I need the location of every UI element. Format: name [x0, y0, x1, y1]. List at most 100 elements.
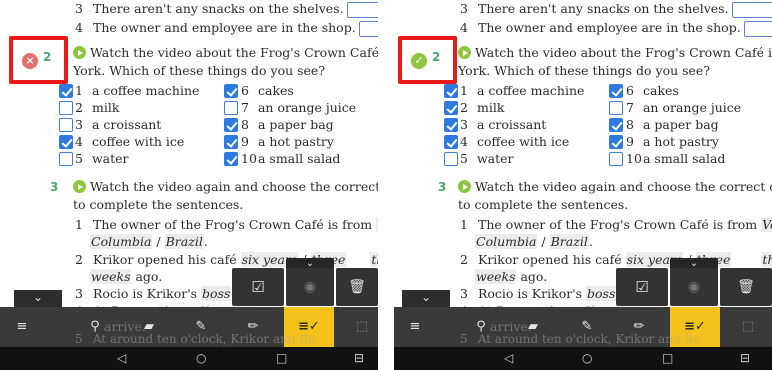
play-video-icon[interactable]: [73, 180, 86, 193]
option-label: 3 a croissant: [460, 117, 547, 132]
option-checkbox-8[interactable]: [609, 118, 623, 132]
option-checkbox-5[interactable]: [444, 152, 458, 166]
exercise-number: 3: [438, 180, 447, 194]
delete-button[interactable]: 🗑: [720, 268, 772, 306]
option-label: 7 an orange juice: [241, 100, 357, 115]
option-checkbox-3[interactable]: [59, 118, 73, 132]
option-label: 9 a hot pastry: [241, 134, 334, 149]
top-line-4: 4 The owner and employee are in the shop…: [460, 19, 772, 37]
keyboard-icon[interactable]: ⊟: [354, 351, 364, 365]
mark-checkbox-button[interactable]: ☑: [616, 268, 668, 306]
option-checkbox-3[interactable]: [444, 118, 458, 132]
sentence-1: 1 The owner of the Frog's Crown Café is …: [460, 216, 772, 234]
exercise-number: 3: [50, 180, 59, 194]
option-label: 6 cakes: [626, 83, 679, 98]
option-venezuela[interactable]: Venezuela: [376, 217, 378, 232]
option-three-weeks[interactable]: three: [761, 252, 772, 267]
correct-icon[interactable]: ✓: [411, 53, 427, 69]
exercise2-instruction-line2: York. Which of these things do you see?: [73, 63, 326, 78]
keyboard-icon[interactable]: ⊟: [740, 351, 750, 365]
top-line-4: 4 The owner and employee are in the shop…: [75, 19, 378, 37]
show-answers-eye-button[interactable]: ◉: [286, 268, 334, 306]
answer-input[interactable]: [346, 1, 378, 18]
option-checkbox-9[interactable]: [224, 135, 238, 149]
exercise2-instruction: Watch the video about the Frog's Crown C…: [458, 44, 772, 62]
option-checkbox-4[interactable]: [59, 135, 73, 149]
home-icon[interactable]: ○: [582, 351, 592, 365]
option-checkbox-7[interactable]: [609, 101, 623, 115]
exercise3-instruction: Watch the video again and choose the cor…: [458, 178, 772, 196]
option-boss[interactable]: boss: [586, 286, 617, 301]
recent-apps-icon[interactable]: □: [276, 351, 287, 365]
system-navbar: ◁ ○ □ ⊟: [0, 347, 378, 370]
mark-checkbox-button[interactable]: ☑: [232, 268, 284, 306]
option-label: 2 milk: [460, 100, 505, 115]
option-checkbox-2[interactable]: [59, 101, 73, 115]
play-video-icon[interactable]: [73, 46, 86, 59]
exercise-number: 2: [43, 50, 52, 64]
sentence-1-cont: Columbia / Brazil.: [90, 234, 208, 249]
option-columbia[interactable]: Columbia: [90, 234, 153, 249]
option-label: 4 coffee with ice: [75, 134, 185, 149]
play-video-icon[interactable]: [458, 46, 471, 59]
option-columbia[interactable]: Columbia: [475, 234, 538, 249]
option-checkbox-1[interactable]: [59, 84, 73, 98]
sentence-2: 2 Krikor opened his café six years / thr…: [460, 251, 772, 269]
option-boss[interactable]: boss: [201, 286, 232, 301]
select-area-icon[interactable]: ⬚: [738, 307, 758, 347]
menu-icon[interactable]: ≡: [0, 307, 32, 347]
option-venezuela[interactable]: Venezuela: [761, 217, 772, 232]
answer-input[interactable]: [358, 20, 378, 37]
exercise-number: 2: [432, 50, 441, 64]
show-answers-eye-button[interactable]: ◉: [670, 268, 718, 306]
sentence-1-cont: Columbia / Brazil.: [475, 234, 593, 249]
back-icon[interactable]: ◁: [504, 351, 513, 365]
exercise3-instruction-line2: to complete the sentences.: [73, 197, 244, 212]
option-brazil[interactable]: Brazil: [164, 234, 204, 249]
answer-input[interactable]: [731, 1, 772, 18]
home-icon[interactable]: ○: [196, 351, 206, 365]
recent-apps-icon[interactable]: □: [662, 351, 673, 365]
option-label: 2 milk: [75, 100, 120, 115]
option-label: 9 a hot pastry: [626, 134, 719, 149]
sentence-1: 1 The owner of the Frog's Crown Café is …: [75, 216, 378, 234]
option-checkbox-4[interactable]: [444, 135, 458, 149]
option-checkbox-6[interactable]: [609, 84, 623, 98]
option-checkbox-10[interactable]: [224, 152, 238, 166]
option-checkbox-9[interactable]: [609, 135, 623, 149]
sentence-5: 5 At around ten o'clock, Krikor and Ro: [75, 332, 316, 346]
option-three-weeks[interactable]: three: [370, 252, 378, 267]
option-label: 10 a small salad: [241, 151, 341, 166]
delete-button[interactable]: 🗑: [336, 268, 378, 306]
option-checkbox-6[interactable]: [224, 84, 238, 98]
wrong-icon[interactable]: ×: [22, 53, 38, 69]
panel-divider: [378, 0, 394, 370]
option-checkbox-1[interactable]: [444, 84, 458, 98]
option-label: 1 a coffee machine: [75, 83, 200, 98]
top-line-3: 3 There aren't any snacks on the shelves…: [75, 0, 378, 18]
exercise2-instruction-line2: York. Which of these things do you see?: [458, 63, 711, 78]
option-label: 1 a coffee machine: [460, 83, 585, 98]
option-label: 8 a paper bag: [241, 117, 334, 132]
option-checkbox-8[interactable]: [224, 118, 238, 132]
menu-icon[interactable]: ≡: [394, 307, 426, 347]
option-brazil[interactable]: Brazil: [549, 234, 589, 249]
sentence-5: 5 At around ten o'clock, Krikor and Ro: [460, 332, 701, 346]
option-checkbox-10[interactable]: [609, 152, 623, 166]
option-checkbox-5[interactable]: [59, 152, 73, 166]
option-label: 7 an orange juice: [626, 100, 742, 115]
collapse-toolbar-button[interactable]: ⌄: [14, 290, 62, 307]
select-area-icon[interactable]: ⬚: [352, 307, 372, 347]
exercise3-instruction-line2: to complete the sentences.: [458, 197, 629, 212]
answer-input[interactable]: [743, 20, 772, 37]
play-video-icon[interactable]: [458, 180, 471, 193]
sentence-2-cont: weeks ago.: [90, 269, 163, 284]
option-checkbox-2[interactable]: [444, 101, 458, 115]
back-icon[interactable]: ◁: [117, 351, 126, 365]
collapse-toolbar-button[interactable]: ⌄: [402, 290, 450, 307]
right-panel: 3 There aren't any snacks on the shelves…: [394, 0, 772, 370]
option-checkbox-7[interactable]: [224, 101, 238, 115]
system-navbar: ◁ ○ □ ⊟: [394, 347, 772, 370]
option-label: 3 a croissant: [75, 117, 162, 132]
option-label: 5 water: [75, 151, 129, 166]
